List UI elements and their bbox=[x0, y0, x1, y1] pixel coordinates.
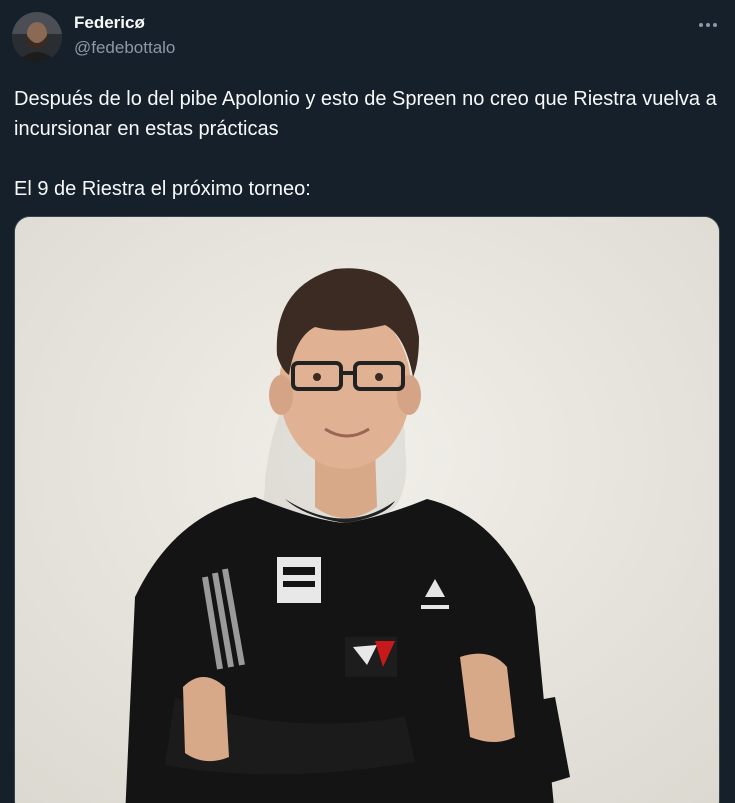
tweet-paragraph: Después de lo del pibe Apolonio y esto d… bbox=[14, 88, 717, 140]
avatar[interactable] bbox=[12, 12, 62, 62]
tweet-text: Después de lo del pibe Apolonio y esto d… bbox=[14, 84, 719, 204]
tweet-photo[interactable] bbox=[14, 216, 720, 803]
more-options-icon[interactable] bbox=[695, 14, 721, 36]
user-handle[interactable]: @fedebottalo bbox=[74, 37, 175, 59]
display-name[interactable]: Federicø bbox=[74, 12, 145, 34]
tweet-paragraph: El 9 de Riestra el próximo torneo: bbox=[14, 178, 311, 200]
tweet-card: Federicø @fedebottalo Después de lo del … bbox=[0, 0, 735, 803]
